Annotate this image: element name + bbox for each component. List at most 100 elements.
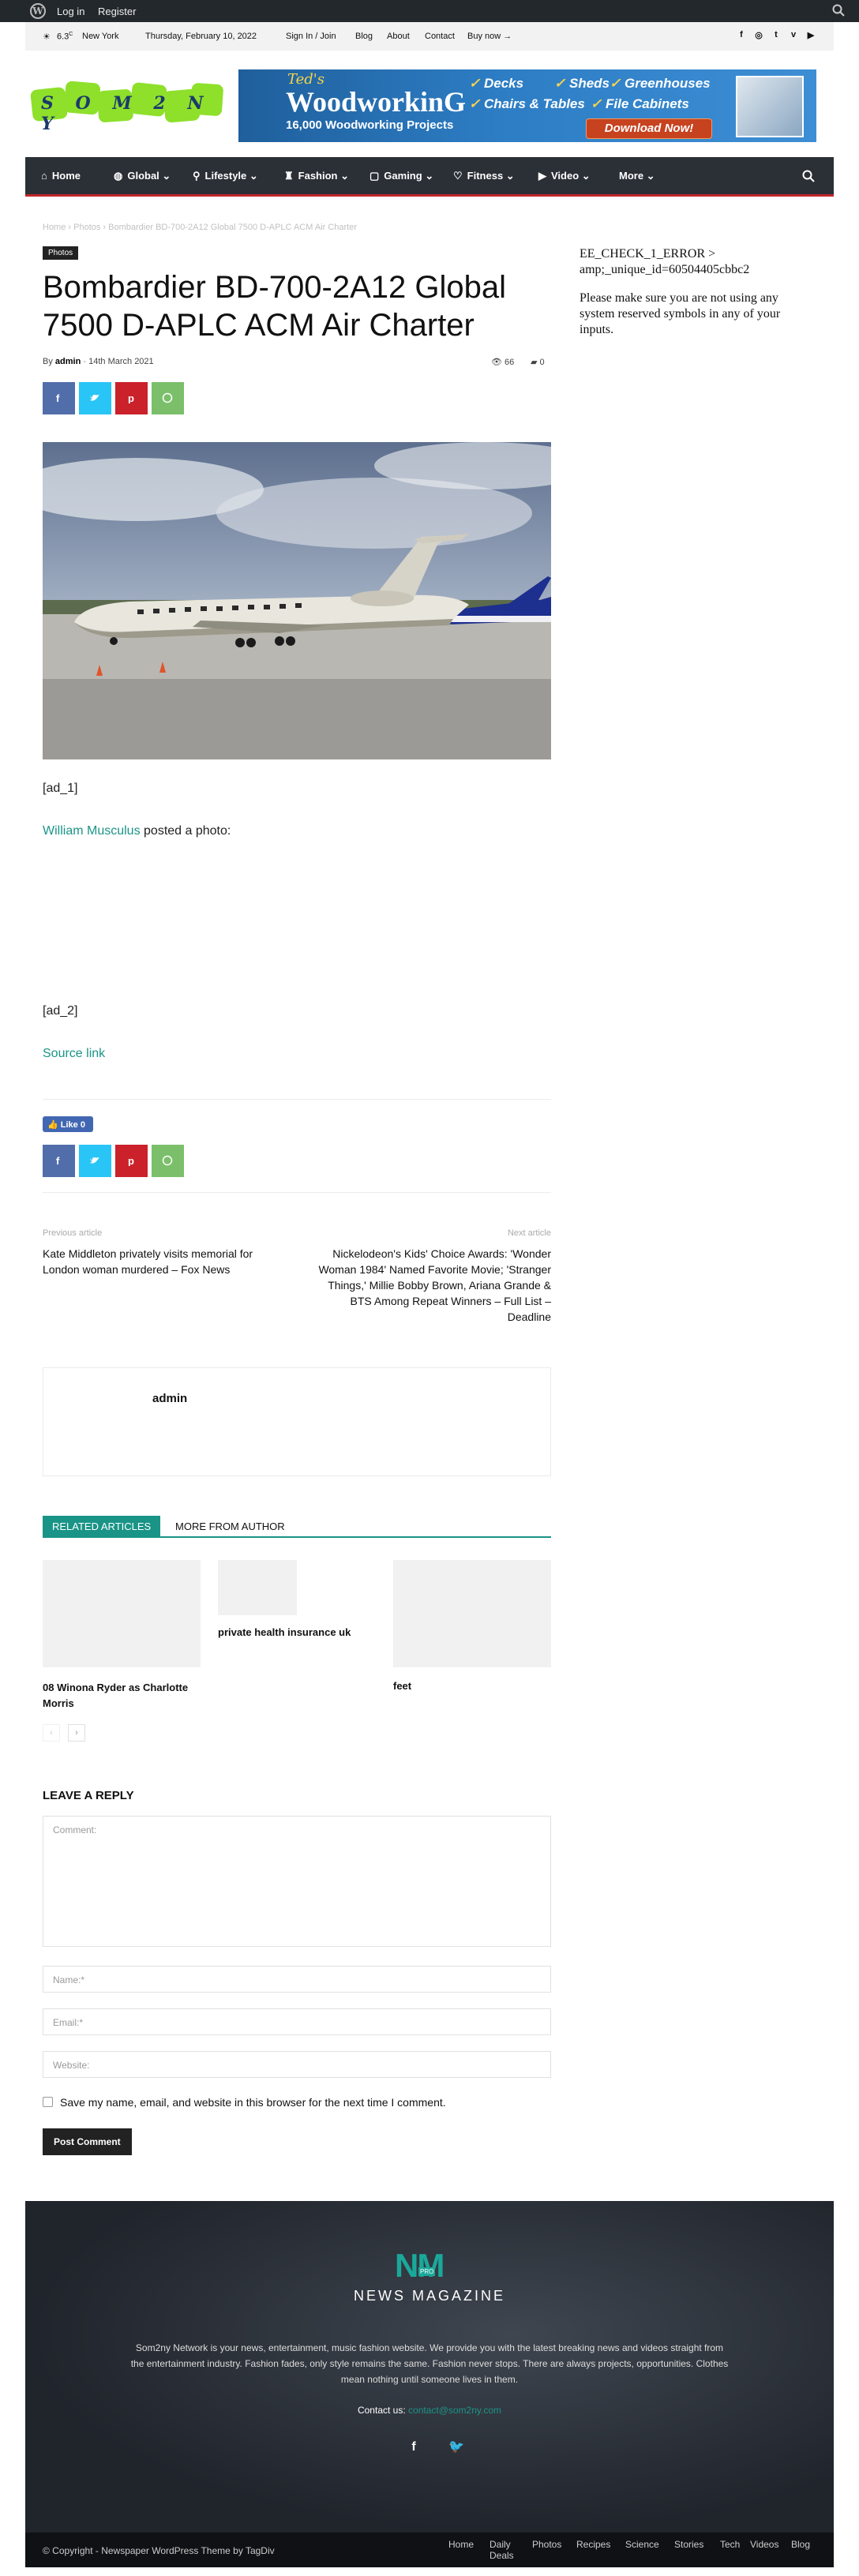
nav-search-icon[interactable]	[802, 170, 815, 182]
share-facebook-button-bottom[interactable]: f	[43, 1145, 75, 1177]
related-title[interactable]: private health insurance uk	[218, 1626, 376, 1638]
register-link[interactable]: Register	[98, 6, 136, 17]
related-thumb[interactable]	[218, 1560, 297, 1615]
breadcrumb-home[interactable]: Home	[43, 223, 66, 232]
wordpress-icon[interactable]: W	[30, 3, 46, 19]
login-link[interactable]: Log in	[57, 6, 84, 17]
facebook-like-button[interactable]: 👍 Like 0	[43, 1116, 93, 1132]
share-facebook-button[interactable]: f	[43, 382, 75, 414]
facebook-icon[interactable]: f	[736, 30, 747, 41]
nav-global[interactable]: ◍ Global ⌄	[114, 170, 171, 182]
share-twitter-button[interactable]	[79, 382, 111, 414]
contact-link[interactable]: Contact	[425, 32, 455, 41]
instagram-icon[interactable]: ◎	[753, 30, 764, 41]
comment-textarea[interactable]: Comment:	[43, 1816, 551, 1947]
divider	[43, 1192, 551, 1193]
footer: NM PRO NEWS MAGAZINE Som2ny Network is y…	[25, 2201, 834, 2533]
footer-link-stories[interactable]: Stories	[674, 2539, 703, 2550]
contact-email-link[interactable]: contact@som2ny.com	[408, 2405, 501, 2416]
breadcrumb-photos[interactable]: Photos	[73, 223, 100, 232]
reply-heading: LEAVE A REPLY	[43, 1789, 134, 1802]
tab-related-articles[interactable]: RELATED ARTICLES	[43, 1516, 161, 1536]
prev-page-button[interactable]: ‹	[43, 1724, 60, 1742]
author-name[interactable]: admin	[152, 1392, 187, 1405]
share-pinterest-button-bottom[interactable]: p	[115, 1145, 148, 1177]
sign-in-link[interactable]: Sign In / Join	[286, 32, 336, 41]
footer-logo-tag: PRO	[418, 2267, 436, 2276]
weather-city: New York	[82, 32, 119, 41]
nav-fashion[interactable]: ♜ Fashion ⌄	[284, 170, 349, 182]
bicycle-icon: ⚲	[193, 170, 201, 182]
nav-lifestyle[interactable]: ⚲ Lifestyle ⌄	[193, 170, 258, 182]
globe-icon: ◍	[114, 170, 123, 182]
blog-link[interactable]: Blog	[355, 32, 373, 41]
footer-link-tech[interactable]: Tech	[720, 2539, 740, 2550]
footer-link-daily-deals[interactable]: Daily Deals	[490, 2539, 518, 2561]
bottom-bar: © Copyright - Newspaper WordPress Theme …	[25, 2533, 834, 2567]
related-title[interactable]: 08 Winona Ryder as Charlotte Morris	[43, 1680, 201, 1712]
comment-icon: ▰	[531, 358, 538, 367]
source-link[interactable]: Source link	[43, 1047, 105, 1061]
footer-twitter-icon[interactable]: 🐦	[447, 2438, 466, 2457]
footer-about: Som2ny Network is your news, entertainme…	[130, 2342, 729, 2385]
footer-link-science[interactable]: Science	[625, 2539, 659, 2550]
nav-more[interactable]: More ⌄	[619, 170, 655, 182]
sidebar-message: Please make sure you are not using any s…	[580, 291, 781, 336]
youtube-icon[interactable]: ▶	[805, 30, 816, 41]
nav-video[interactable]: ▶ Video ⌄	[538, 170, 591, 182]
nav-home[interactable]: ⌂ Home	[41, 170, 81, 182]
nav-gaming[interactable]: ▢ Gaming ⌄	[369, 170, 433, 182]
website-field[interactable]: Website:	[43, 2051, 551, 2078]
author-box: admin	[43, 1367, 551, 1476]
banner-download-button[interactable]: Download Now!	[586, 118, 712, 139]
vimeo-icon[interactable]: v	[788, 30, 799, 41]
svg-text:p: p	[128, 392, 134, 403]
footer-link-videos[interactable]: Videos	[750, 2539, 778, 2550]
share-whatsapp-button-bottom[interactable]	[152, 1145, 184, 1177]
name-field[interactable]: Name:*	[43, 1966, 551, 1993]
nav-fitness[interactable]: ♡ Fitness ⌄	[453, 170, 515, 182]
post-author[interactable]: admin	[55, 357, 81, 366]
footer-link-home[interactable]: Home	[448, 2539, 474, 2550]
footer-logo[interactable]: NM PRO	[395, 2249, 464, 2282]
share-whatsapp-button[interactable]	[152, 382, 184, 414]
admin-bar: W Log in Register	[0, 0, 859, 22]
footer-link-photos[interactable]: Photos	[532, 2539, 561, 2550]
banner-ad[interactable]: Ted's WoodworkinG 16,000 Woodworking Pro…	[238, 69, 816, 142]
tab-more-from-author[interactable]: MORE FROM AUTHOR	[169, 1516, 291, 1536]
next-article-label: Next article	[507, 1228, 551, 1238]
share-pinterest-button[interactable]: p	[115, 382, 148, 414]
save-info-checkbox[interactable]	[43, 2097, 53, 2107]
category-badge[interactable]: Photos	[43, 246, 79, 260]
related-thumb[interactable]	[43, 1560, 201, 1667]
banner-item: Chairs & Tables	[483, 96, 585, 111]
buy-now-link[interactable]: Buy now →	[467, 32, 512, 41]
twitter-icon[interactable]: t	[771, 30, 782, 41]
breadcrumb-current: Bombardier BD-700-2A12 Global 7500 D-APL…	[108, 223, 358, 232]
footer-link-recipes[interactable]: Recipes	[576, 2539, 610, 2550]
search-icon[interactable]	[832, 4, 845, 17]
related-thumb[interactable]	[393, 1560, 551, 1667]
banner-item: Greenhouses	[624, 76, 711, 91]
sidebar-error: EE_CHECK_1_ERROR > amp;_unique_id=605044…	[580, 247, 750, 276]
views-count: 👁 66	[491, 358, 515, 367]
related-title[interactable]: feet	[393, 1680, 551, 1692]
next-article-link[interactable]: Nickelodeon's Kids' Choice Awards: 'Wond…	[306, 1246, 551, 1325]
email-field[interactable]: Email:*	[43, 2008, 551, 2035]
footer-link-blog[interactable]: Blog	[791, 2539, 810, 2550]
whatsapp-icon	[162, 392, 173, 403]
about-link[interactable]: About	[387, 32, 410, 41]
save-info-label: Save my name, email, and website in this…	[60, 2096, 446, 2109]
footer-facebook-icon[interactable]: f	[404, 2438, 423, 2457]
poster-link[interactable]: William Musculus	[43, 824, 141, 838]
svg-text:f: f	[56, 1155, 60, 1166]
prev-article-link[interactable]: Kate Middleton privately visits memorial…	[43, 1246, 287, 1277]
home-icon: ⌂	[41, 170, 47, 182]
site-logo[interactable]: S O M 2 N Y	[30, 76, 224, 134]
share-twitter-button-bottom[interactable]	[79, 1145, 111, 1177]
comments-count[interactable]: ▰ 0	[531, 357, 545, 367]
play-icon: ▶	[538, 170, 546, 182]
top-bar: ☀ 6.3C New York Thursday, February 10, 2…	[25, 22, 834, 51]
next-page-button[interactable]: ›	[68, 1724, 85, 1742]
post-comment-button[interactable]: Post Comment	[43, 2128, 132, 2155]
